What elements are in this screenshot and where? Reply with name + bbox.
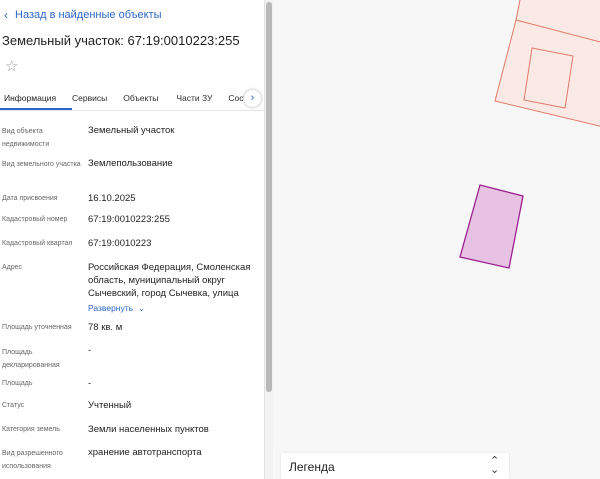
info-label: Категория земель — [2, 426, 60, 433]
info-row-cadastral-number: Кадастровый номер 67:19:0010223:255 — [0, 213, 264, 227]
neighbor-parcel-shape[interactable] — [494, 0, 600, 128]
legend-label: Легенда — [289, 460, 335, 474]
info-value: 78 кв. м — [88, 322, 123, 333]
tab-bar: Информация Сервисы Объекты Части ЗУ Сост… — [0, 88, 264, 111]
info-row-area-declared: Площадь декларированная - — [0, 344, 264, 370]
object-info-panel: ‹ Назад в найденные объекты Земельный уч… — [0, 0, 264, 479]
address-text: Российская Федерация, Смоленская область… — [88, 262, 251, 299]
expand-label: Развернуть — [88, 303, 134, 313]
chevron-left-icon: ‹ — [4, 8, 8, 22]
sort-arrows-icon: ⌃ ⌄ — [490, 455, 500, 476]
back-link[interactable]: ‹ Назад в найденные объекты — [4, 9, 162, 21]
map-canvas[interactable] — [273, 0, 600, 479]
tab-objects[interactable]: Объекты — [123, 88, 176, 110]
info-value: Земельный участок — [88, 125, 175, 136]
info-label: Вид земельного участка — [2, 161, 81, 168]
legend-dropdown[interactable]: Легенда ⌃ ⌄ — [281, 453, 509, 479]
info-row-address: Адрес Российская Федерация, Смоленская о… — [0, 261, 264, 317]
info-row-land-category: Категория земель Земли населенных пункто… — [0, 423, 264, 437]
info-label: Статус — [2, 402, 25, 409]
selected-parcel-shape[interactable] — [459, 184, 524, 269]
info-row-area-specified: Площадь уточненная 78 кв. м — [0, 321, 264, 335]
info-row-cadastral-quarter: Кадастровый квартал 67:19:0010223 — [0, 237, 264, 251]
info-row-date: Дата присвоения 16.10.2025 — [0, 192, 264, 206]
info-label: Вид объекта недвижимости — [2, 128, 50, 148]
info-label: Площадь уточненная — [2, 324, 72, 331]
chevron-down-icon: ⌄ — [138, 304, 145, 313]
panel-scrollbar[interactable] — [264, 0, 273, 479]
info-value: хранение автотранспорта — [88, 447, 202, 458]
info-value: 67:19:0010223:255 — [88, 214, 170, 225]
back-link-label: Назад в найденные объекты — [15, 9, 162, 21]
info-row-object-type: Вид объекта недвижимости Земельный участ… — [0, 124, 264, 150]
info-label: Вид разрешенного использования — [2, 450, 63, 470]
info-label: Дата присвоения — [2, 195, 58, 202]
tab-info[interactable]: Информация — [0, 88, 73, 110]
info-label: Кадастровый номер — [2, 216, 68, 223]
info-row-status: Статус Учтенный — [0, 399, 264, 413]
info-value: - — [88, 378, 92, 389]
info-value: Землепользование — [88, 158, 173, 169]
info-value: 16.10.2025 — [88, 193, 136, 204]
info-value: Земли населенных пунктов — [88, 424, 209, 435]
info-row-permitted-use: Вид разрешенного использования хранение … — [0, 446, 264, 476]
info-value: - — [88, 345, 92, 356]
tab-parts[interactable]: Части ЗУ — [176, 88, 228, 110]
info-value: Российская Федерация, Смоленская область… — [88, 261, 260, 315]
map-view[interactable]: Легенда ⌃ ⌄ — [273, 0, 600, 479]
info-label: Адрес — [2, 264, 23, 271]
info-value: 67:19:0010223 — [88, 238, 152, 249]
expand-address-link[interactable]: Развернуть ⌄ — [88, 302, 145, 315]
info-label: Площадь — [2, 380, 33, 387]
info-row-land-type: Вид земельного участка Землепользование — [0, 157, 264, 183]
page-title: Земельный участок: 67:19:0010223:255 — [2, 33, 240, 48]
star-outline-icon[interactable]: ☆ — [5, 59, 21, 75]
info-label: Площадь декларированная — [2, 349, 60, 369]
chevron-right-icon[interactable]: › — [244, 90, 261, 107]
info-value: Учтенный — [88, 400, 132, 411]
info-label: Кадастровый квартал — [2, 240, 73, 247]
tab-services[interactable]: Сервисы — [72, 88, 123, 110]
info-row-area: Площадь - — [0, 377, 264, 391]
scrollbar-thumb[interactable] — [266, 2, 272, 392]
